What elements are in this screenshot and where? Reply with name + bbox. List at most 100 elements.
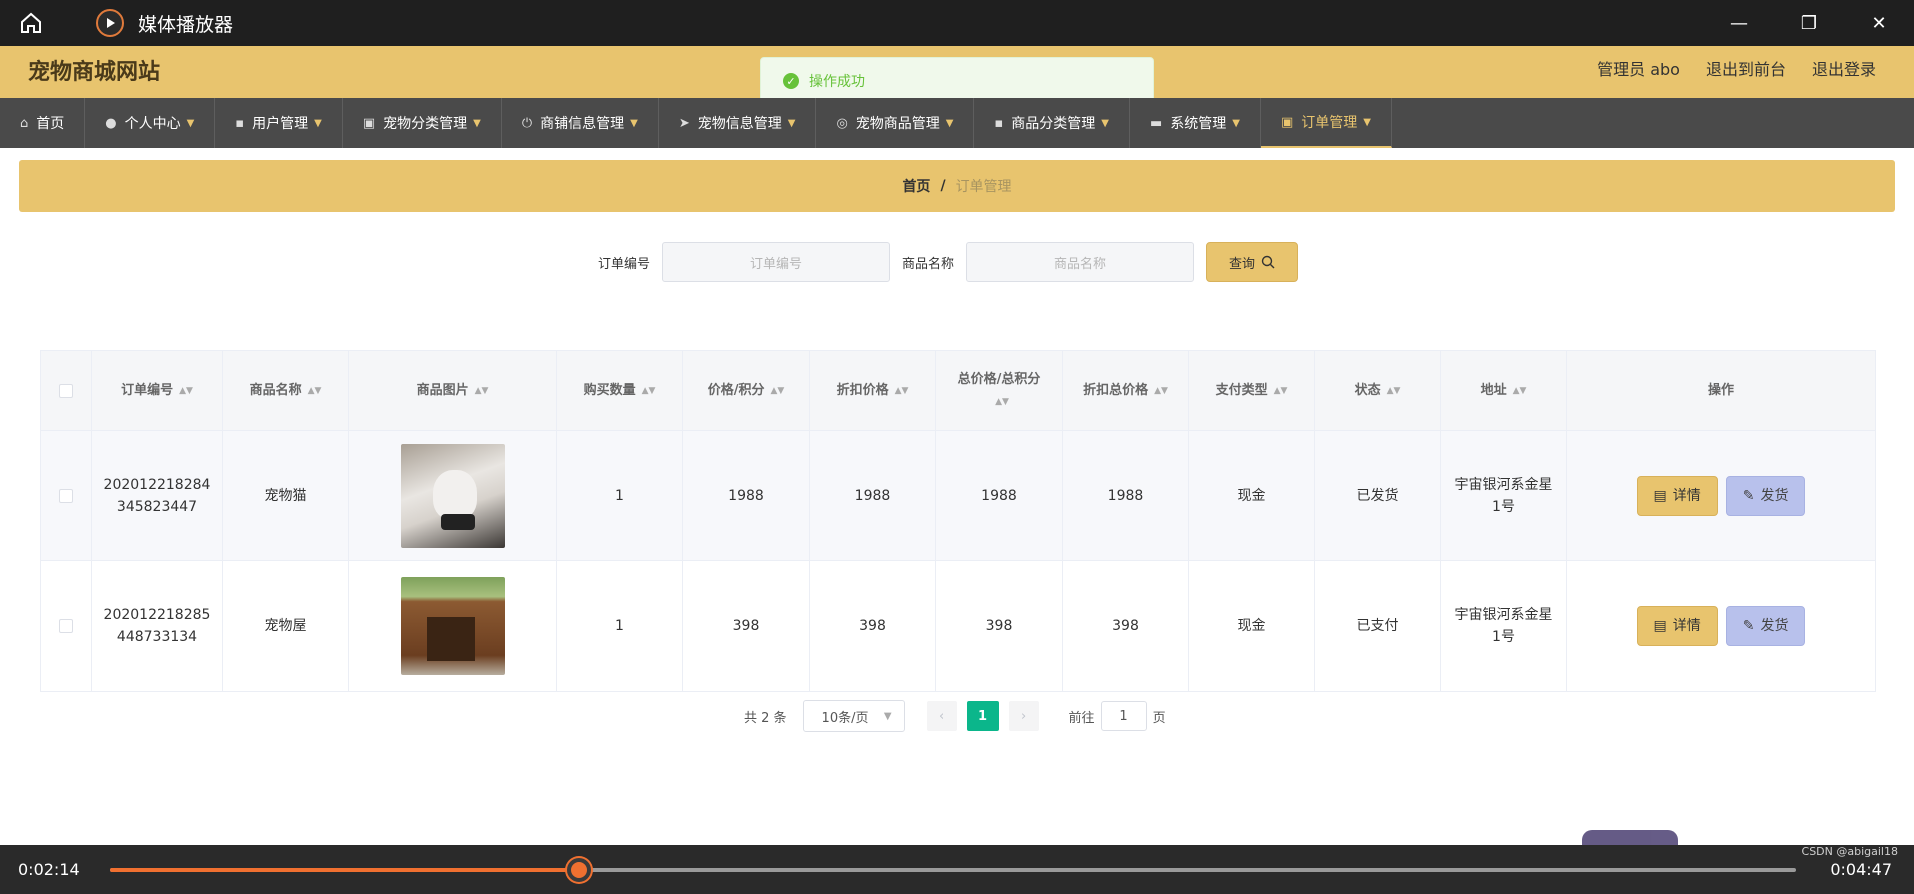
nav-item-orders[interactable]: ▣ 订单管理 ▼ [1261,98,1392,148]
select-all-cell [41,351,92,430]
nav-item-pet-products[interactable]: ◎ 宠物商品管理 ▼ [816,98,975,148]
col-discount-total[interactable]: 折扣总价格 ▲▼ [1063,351,1189,430]
header-label: 地址 [1480,382,1507,398]
nav-label: 用户管理 [252,116,309,132]
main-nav: ⌂ 首页 ● 个人中心 ▼ ▪ 用户管理 ▼ ▣ 宠物分类管理 ▼ ⏻ 商铺信息管理 ▼ ➤ 宠物信… [0,98,1914,148]
chevron-down-icon: ▼ [787,117,796,129]
cat-product-image[interactable] [400,443,505,548]
header-label: 订单编号 [121,382,174,398]
table-row: 202012218284 345823447 宠物猫 1 1988 1988 19… [41,431,1875,561]
col-address[interactable]: 地址 ▲▼ [1441,351,1567,430]
logout-link[interactable]: 退出登录 [1812,56,1876,80]
nav-item-pet-category[interactable]: ▣ 宠物分类管理 ▼ [343,98,502,148]
ship-button[interactable]: ✎ 发货 [1725,475,1806,516]
ship-label: 发货 [1760,618,1789,634]
chevron-down-icon: ▼ [1101,117,1109,129]
col-pay-type[interactable]: 支付类型 ▲▼ [1189,351,1315,430]
home-icon: ⌂ [20,115,29,131]
nav-item-home[interactable]: ⌂ 首页 [0,98,86,148]
nav-label: 商铺信息管理 [540,116,625,132]
sort-icon: ▲▼ [1512,385,1527,396]
header-label: 折扣价格 [836,382,889,398]
page-size-select[interactable]: 10条/页 ▼ [802,700,905,732]
status-cell: 已发货 [1315,431,1441,560]
col-quantity[interactable]: 购买数量 ▲▼ [557,351,683,430]
ship-label: 发货 [1760,487,1789,504]
power-icon: ⏻ [521,115,533,131]
sort-icon: ▲▼ [1386,385,1401,396]
media-player-icon [96,9,124,37]
query-label: 查询 [1229,256,1256,272]
price-cell: 398 [683,561,810,691]
chevron-down-icon: ▼ [630,117,638,129]
product-name-label: 商品名称 [902,256,955,272]
prev-page-button[interactable]: ‹ [926,701,957,731]
nav-item-shop-info[interactable]: ⏻ 商铺信息管理 ▼ [502,98,659,148]
pay-type-cell: 现金 [1189,561,1315,691]
product-name-input[interactable]: 商品名称 [966,242,1195,282]
page-number-current[interactable]: 1 [966,701,999,731]
chevron-down-icon: ▼ [1232,117,1240,129]
nav-label: 宠物分类管理 [383,116,468,132]
order-no-cell: 202012218284 345823447 [92,431,223,560]
breadcrumb: 首页 / 订单管理 [19,160,1895,212]
sort-icon: ▲▼ [995,396,1009,407]
to-front-link[interactable]: 退出到前台 [1706,56,1786,80]
order-no-part: 345823447 [116,498,198,515]
col-price[interactable]: 价格/积分 ▲▼ [683,351,810,430]
nav-label: 订单管理 [1301,115,1358,131]
detail-button[interactable]: ▤ 详情 [1636,606,1718,646]
product-name-cell: 宠物屋 [223,561,349,691]
col-product-name[interactable]: 商品名称 ▲▼ [223,351,349,430]
nav-item-product-category[interactable]: ▪ 商品分类管理 ▼ [974,98,1130,148]
col-product-image[interactable]: 商品图片 ▲▼ [349,351,557,430]
discount-price-cell: 1988 [810,431,936,560]
row-checkbox[interactable] [59,488,73,503]
order-no-part: 202012218284 [103,476,211,493]
ship-button[interactable]: ✎ 发货 [1725,606,1806,646]
address-part: 1号 [1492,629,1515,645]
select-all-checkbox[interactable] [59,383,73,398]
restore-icon[interactable]: ❐ [1774,0,1844,46]
table-row: 202012218285 448733134 宠物屋 1 398 398 398 … [41,561,1875,691]
search-icon [1261,255,1275,269]
nav-label: 首页 [36,116,65,132]
discount-total-cell: 1988 [1063,431,1189,560]
close-icon[interactable]: ✕ [1844,0,1914,46]
breadcrumb-home[interactable]: 首页 [902,176,930,196]
seek-progress-fill [110,868,579,872]
row-checkbox[interactable] [59,619,73,633]
site-title: 宠物商城网站 [28,60,161,85]
col-total-price[interactable]: 总价格/总积分 ▲▼ [936,351,1063,430]
monitor-icon: ▬ [1150,115,1163,131]
col-discount-price[interactable]: 折扣价格 ▲▼ [810,351,936,430]
goto-page-input[interactable]: 1 [1100,701,1147,731]
address-part: 宇宙银河系金星 [1454,476,1553,493]
nav-item-profile[interactable]: ● 个人中心 ▼ [85,98,216,148]
edit-icon: ✎ [1742,487,1755,504]
minimize-icon[interactable]: — [1704,0,1774,46]
seek-bar[interactable] [110,858,1796,882]
product-image-cell [349,561,557,691]
document-icon: ▤ [1653,618,1667,634]
nav-item-pet-info[interactable]: ➤ 宠物信息管理 ▼ [659,98,817,148]
actions-cell: ▤ 详情 ✎ 发货 [1567,431,1875,560]
total-price-cell: 398 [936,561,1063,691]
nav-item-system[interactable]: ▬ 系统管理 ▼ [1130,98,1261,148]
home-icon[interactable] [16,8,46,38]
col-order-no[interactable]: 订单编号 ▲▼ [92,351,223,430]
seek-handle[interactable] [566,858,591,882]
pet-house-product-image[interactable] [400,577,505,675]
nav-item-users[interactable]: ▪ 用户管理 ▼ [215,98,343,148]
col-status[interactable]: 状态 ▲▼ [1315,351,1441,430]
address-cell: 宇宙银河系金星 1号 [1441,431,1567,560]
order-no-input[interactable]: 订单编号 [662,242,891,282]
query-button[interactable]: 查询 [1206,242,1299,282]
detail-button[interactable]: ▤ 详情 [1636,475,1718,516]
next-page-button[interactable]: › [1008,701,1039,731]
product-name-cell: 宠物猫 [223,431,349,560]
player-control-bar: CSDN @abigail18 0:02:14 0:04:47 [0,845,1914,894]
breadcrumb-separator: / [940,178,946,194]
table-header-row: 订单编号 ▲▼ 商品名称 ▲▼ 商品图片 ▲▼ 购买数量 ▲▼ 价格/积分 ▲▼ 折扣价格… [41,351,1875,431]
goto-label: 前往 [1068,710,1095,726]
